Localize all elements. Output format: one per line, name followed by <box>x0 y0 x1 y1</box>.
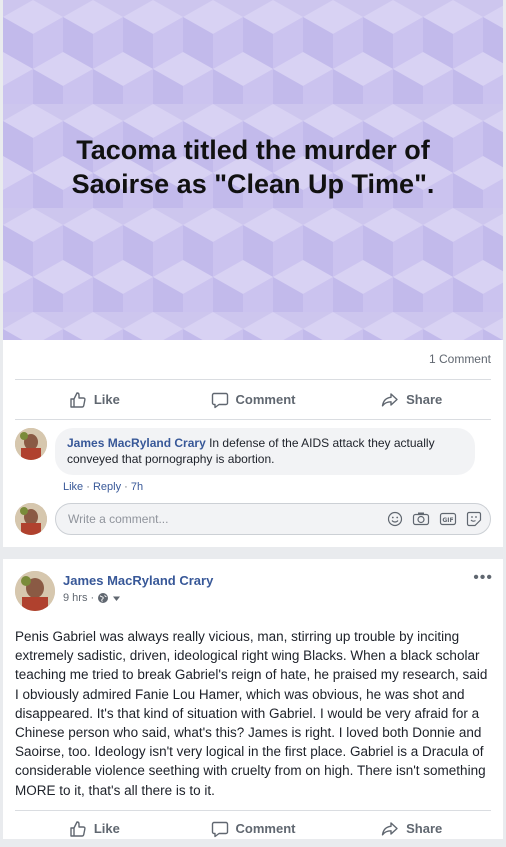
avatar-image <box>15 571 55 611</box>
post-body-text: Penis Gabriel was always really vicious,… <box>15 629 488 798</box>
image-caption-line2: Saoirse as "Clean Up Time". <box>71 169 435 199</box>
gif-icon[interactable]: GIF <box>439 511 457 527</box>
post-actions: Like Comment Share <box>15 380 491 420</box>
post-image[interactable]: Tacoma titled the murder of Saoirse as "… <box>3 0 503 340</box>
comment-input-icons: GIF <box>387 511 482 527</box>
post-author-link[interactable]: James MacRyland Crary <box>63 573 213 588</box>
comment-item: James MacRyland Crary In defense of the … <box>15 428 491 475</box>
like-button[interactable]: Like <box>15 811 174 847</box>
comment-bubble-icon <box>211 392 228 408</box>
avatar-image <box>15 503 47 535</box>
post-card: Tacoma titled the murder of Saoirse as "… <box>3 0 503 547</box>
comment-bubble: James MacRyland Crary In defense of the … <box>55 428 475 475</box>
share-arrow-icon <box>381 822 398 836</box>
comment-count-link[interactable]: 1 Comment <box>429 352 491 366</box>
thumbs-up-icon <box>70 391 86 408</box>
post-timestamp: 9 hrs · <box>63 592 213 604</box>
comments-section: James MacRyland Crary In defense of the … <box>3 420 503 493</box>
comment-label: Comment <box>235 821 296 837</box>
share-button[interactable]: Share <box>332 811 491 847</box>
comment-input[interactable]: Write a comment... GIF <box>55 503 491 535</box>
post-stats: 1 Comment <box>15 340 491 380</box>
post-actions: Like Comment Share <box>15 811 491 847</box>
comment-author-link[interactable]: James MacRyland Crary <box>67 436 206 450</box>
image-caption-line1: Tacoma titled the murder of <box>76 135 430 165</box>
image-caption: Tacoma titled the murder of Saoirse as "… <box>3 133 503 201</box>
comment-like-link[interactable]: Like <box>63 481 83 493</box>
comment-label: Comment <box>235 392 296 407</box>
like-label: Like <box>93 392 120 407</box>
comment-button[interactable]: Comment <box>174 811 333 847</box>
svg-text:GIF: GIF <box>442 517 453 524</box>
more-options-icon[interactable]: ••• <box>473 569 493 587</box>
like-label: Like <box>93 821 120 837</box>
globe-icon[interactable] <box>97 592 109 604</box>
share-arrow-icon <box>381 392 398 406</box>
camera-icon[interactable] <box>412 511 430 527</box>
sticker-icon[interactable] <box>466 511 482 527</box>
avatar[interactable] <box>15 428 47 460</box>
share-label: Share <box>406 392 443 407</box>
comment-input-placeholder: Write a comment... <box>68 512 169 526</box>
post-time-link[interactable]: 9 hrs · <box>63 592 94 604</box>
avatar[interactable] <box>15 571 55 611</box>
write-comment-row: Write a comment... GIF <box>3 493 503 547</box>
comment-bubble-icon <box>211 821 228 838</box>
avatar-image <box>15 428 47 460</box>
comment-reply-link[interactable]: Reply <box>93 481 121 493</box>
post-card-2: James MacRyland Crary 9 hrs · ••• Penis … <box>3 559 503 839</box>
emoji-icon[interactable] <box>387 511 403 527</box>
like-button[interactable]: Like <box>15 380 174 419</box>
comment-button[interactable]: Comment <box>174 380 333 419</box>
post-header: James MacRyland Crary 9 hrs · ••• <box>3 559 503 611</box>
share-button[interactable]: Share <box>332 380 491 419</box>
share-label: Share <box>406 821 443 837</box>
chevron-down-icon[interactable] <box>112 594 121 603</box>
comment-meta: Like · Reply · 7h <box>63 481 144 493</box>
avatar <box>15 503 47 535</box>
thumbs-up-icon <box>70 821 86 837</box>
comment-time-link[interactable]: 7h <box>131 481 143 493</box>
